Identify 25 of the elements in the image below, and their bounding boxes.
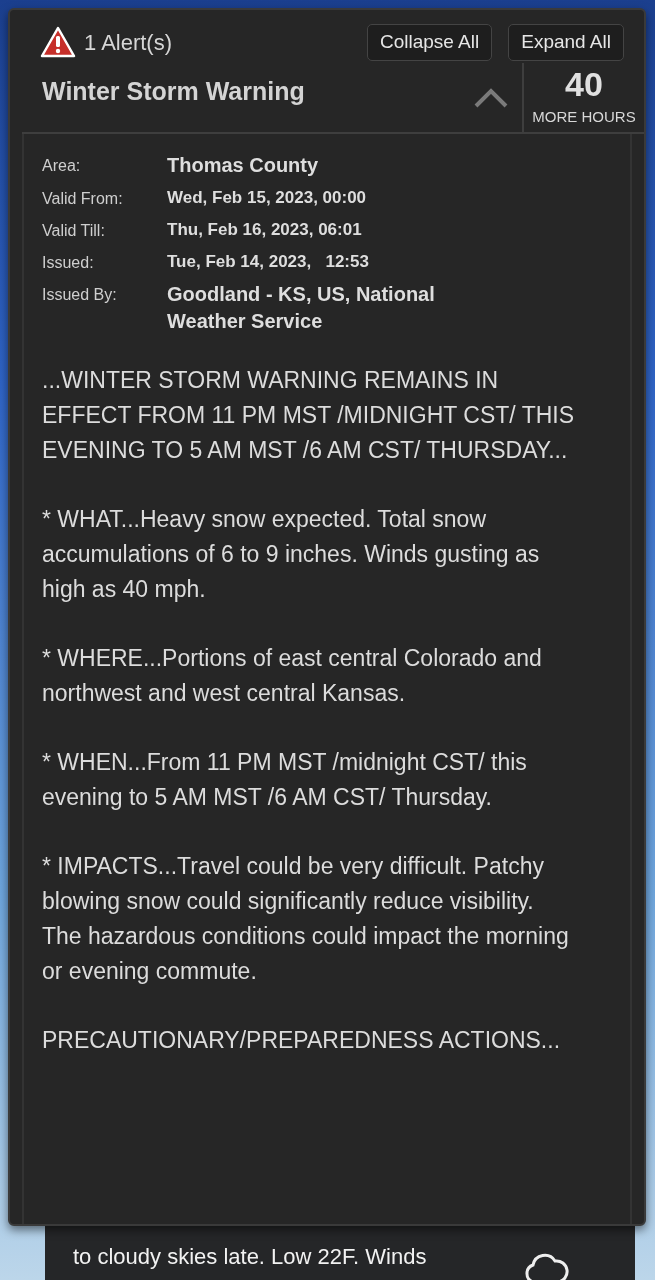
alert-paragraph: * IMPACTS...Travel could be very difficult. Patchy blowing snow could significantly reduce visibility. The hazardous conditions could impact the morning or evening commute. [42, 852, 570, 987]
detail-value: Tue, Feb 14, 2023, 12:53 [167, 251, 369, 274]
detail-value: Thomas County [167, 153, 319, 179]
forecast-text: to cloudy skies late. Low 22F. Winds [73, 1243, 427, 1271]
detail-value: Goodland - KS, US, National Weather Service [167, 282, 436, 335]
alert-paragraph: ...WINTER STORM WARNING REMAINS IN EFFECT FROM 11 PM MST /MIDNIGHT CST/ THIS EVENING TO 5 AM MST /6 AM CST/ THURSDAY... [42, 366, 576, 466]
hours-count: 40 [564, 66, 604, 101]
alert-paragraph: * WHEN...From 11 PM MST /midnight CST/ this evening to 5 AM MST /6 AM CST/ Thursday. [42, 748, 528, 813]
detail-value: Thu, Feb 16, 2023, 06:01 [167, 219, 362, 242]
detail-label: Issued By: [42, 285, 118, 306]
alert-paragraph: PRECAUTIONARY/PREPAREDNESS ACTIONS... [42, 1026, 562, 1056]
chevron-up-icon[interactable] [474, 87, 508, 108]
alert-paragraph: * WHERE...Portions of east central Colorado and northwest and west central Kansas. [42, 644, 543, 709]
warning-icon [40, 26, 76, 59]
detail-label: Valid From: [42, 189, 124, 210]
alert-paragraph: * WHAT...Heavy snow expected. Total snow accumulations of 6 to 9 inches. Winds gusting as high as 40 mph. [42, 505, 541, 605]
alert-title: Winter Storm Warning [41, 75, 306, 107]
detail-label: Valid Till: [42, 221, 106, 242]
detail-value: Wed, Feb 15, 2023, 00:00 [167, 187, 367, 210]
detail-label: Issued: [42, 253, 95, 274]
collapse-all-button[interactable]: Collapse All [366, 24, 493, 61]
alert-count: 1 Alert(s) [84, 28, 173, 57]
hours-label: MORE HOURS [531, 106, 637, 127]
expand-all-button[interactable]: Expand All [508, 24, 624, 61]
detail-label: Area: [42, 156, 82, 177]
